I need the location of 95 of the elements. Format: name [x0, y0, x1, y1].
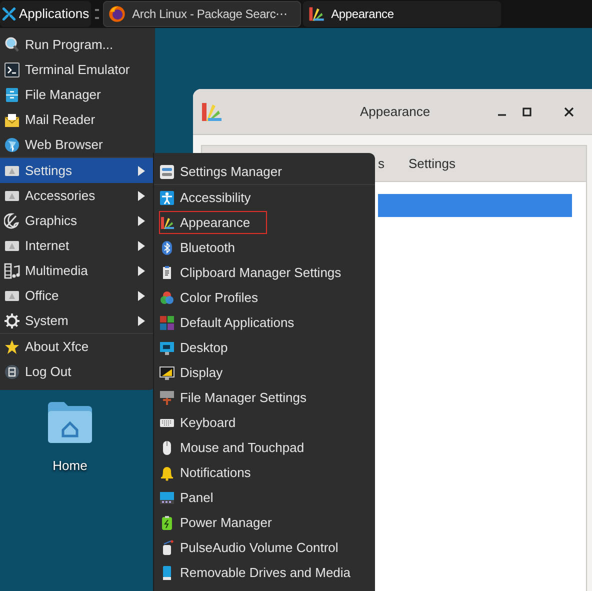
menu-item[interactable]: Notifications — [154, 460, 375, 485]
menu-item-label: Removable Drives and Media — [180, 564, 351, 582]
menu-item[interactable]: Power Manager — [154, 510, 375, 535]
menu-item[interactable]: Bluetooth — [154, 235, 375, 260]
menu-item-label: Default Applications — [180, 314, 294, 332]
menu-item[interactable]: Graphics — [0, 208, 155, 233]
bluetooth-icon — [159, 240, 175, 256]
menu-item-label: Office — [25, 286, 59, 305]
menu-item[interactable]: Panel — [154, 485, 375, 510]
cabinet-icon — [4, 86, 20, 102]
person-icon — [159, 190, 175, 206]
icon-label[interactable]: Home — [52, 456, 88, 476]
panel-icon — [159, 490, 175, 506]
menu-item[interactable]: Multimedia — [0, 258, 155, 283]
menu-item-label: Internet — [25, 236, 70, 255]
menu-item[interactable]: Display — [154, 360, 375, 385]
film-icon — [4, 262, 20, 278]
menu-item-label: Panel — [180, 488, 214, 507]
fox-globe-icon — [108, 5, 126, 23]
color-circles-icon — [159, 290, 175, 306]
grid-icon — [159, 314, 175, 330]
x-icon — [2, 7, 16, 21]
menu-item-label: Run Program... — [25, 36, 114, 54]
menu-item[interactable]: Settings Manager — [154, 159, 375, 184]
logout-icon — [4, 364, 20, 380]
menu-item[interactable]: Settings — [0, 158, 155, 183]
menu-item[interactable]: File Manager — [0, 82, 155, 107]
applications-button[interactable]: Applications — [0, 1, 92, 27]
menu-item-label: Accessibility — [180, 188, 251, 207]
menu-item[interactable]: Office — [0, 283, 155, 308]
menu-item[interactable]: Log Out — [0, 359, 155, 384]
color-fan-icon — [159, 214, 175, 230]
menu-item-label: Accessories — [25, 186, 96, 205]
magnifier-icon — [4, 36, 20, 52]
menu-item[interactable]: Color Profiles — [154, 285, 375, 310]
menu-item-label: Color Profiles — [180, 288, 258, 307]
menu-item[interactable]: Appearance — [154, 210, 375, 235]
menu-item[interactable]: Mail Reader — [0, 107, 155, 132]
menu-item-label: Mouse and Touchpad — [180, 438, 304, 457]
menu-item-label: Mail Reader — [25, 110, 96, 129]
menu-item[interactable]: Internet — [0, 233, 155, 258]
menu-item[interactable]: Web Browser — [0, 132, 155, 157]
gear-icon — [4, 312, 20, 328]
window-title: Appearance — [360, 102, 430, 121]
menu-item[interactable]: About Xfce — [0, 334, 155, 359]
menu-item[interactable]: PulseAudio Volume Control — [154, 535, 375, 560]
menu-item-label: Log Out — [25, 362, 72, 381]
menu-item-label: File Manager Settings — [180, 388, 306, 407]
menu-item[interactable]: Default Applications — [154, 310, 375, 335]
menu-item-label: About Xfce — [25, 338, 89, 356]
globe-icon — [4, 136, 20, 152]
menu-item-label: System — [25, 312, 68, 330]
close-icon — [564, 106, 574, 116]
menu-item-label: Web Browser — [25, 136, 103, 154]
envelope-icon — [4, 112, 20, 128]
menu-item-label: Settings Manager — [180, 162, 282, 181]
battery-icon — [159, 514, 175, 530]
menu-item[interactable]: System — [0, 308, 155, 333]
menu-item-label: Bluetooth — [180, 238, 235, 257]
menu-item-label: Settings — [25, 162, 72, 180]
bell-icon — [159, 464, 175, 480]
menu-item-label: Notifications — [180, 464, 251, 482]
task-button[interactable]: Appearance — [303, 1, 502, 27]
menu-item-label: Keyboard — [180, 414, 236, 432]
menu-item[interactable]: Accessories — [0, 183, 155, 208]
menu-item-label: Graphics — [25, 212, 78, 230]
tab[interactable]: s — [378, 154, 384, 174]
menu-item[interactable]: Terminal Emulator — [0, 57, 155, 82]
menu-item[interactable]: Mouse and Touchpad — [154, 435, 375, 460]
menu-item[interactable]: File Manager Settings — [154, 385, 375, 410]
menu-item-label: PulseAudio Volume Control — [180, 538, 338, 557]
menu-item[interactable]: Removable Drives and Media — [154, 560, 375, 585]
menu-item[interactable]: Accessibility — [154, 185, 375, 210]
menu-item-label: Terminal Emulator — [25, 60, 130, 79]
terminal-icon — [4, 62, 20, 78]
menu-item-label: Desktop — [180, 338, 228, 357]
folder-icon[interactable] — [47, 400, 93, 444]
toggle-icon — [159, 164, 175, 180]
minimize-icon — [498, 114, 506, 116]
menu-item[interactable]: Run Program... — [0, 32, 155, 57]
handle-icon[interactable] — [95, 9, 100, 19]
tab[interactable]: Settings — [408, 154, 456, 174]
menu-item-label: Appearance — [180, 214, 250, 232]
menu-item-label: Clipboard Manager Settings — [180, 264, 342, 282]
menu-item-label: Display — [180, 364, 223, 382]
menu-item[interactable]: Clipboard Manager Settings — [154, 260, 375, 285]
star-icon — [4, 338, 20, 354]
menu-item-label: Multimedia — [25, 262, 88, 280]
color-fan-icon — [307, 5, 326, 23]
menu-item-label: File Manager — [25, 86, 101, 104]
maximize-icon — [522, 106, 532, 116]
menu-item[interactable]: Desktop — [154, 335, 375, 360]
task-button[interactable]: Arch Linux - Package Searc⋯ — [103, 1, 302, 27]
menu-item-label: Power Manager — [180, 514, 272, 532]
menu-item[interactable]: Keyboard — [154, 410, 375, 435]
